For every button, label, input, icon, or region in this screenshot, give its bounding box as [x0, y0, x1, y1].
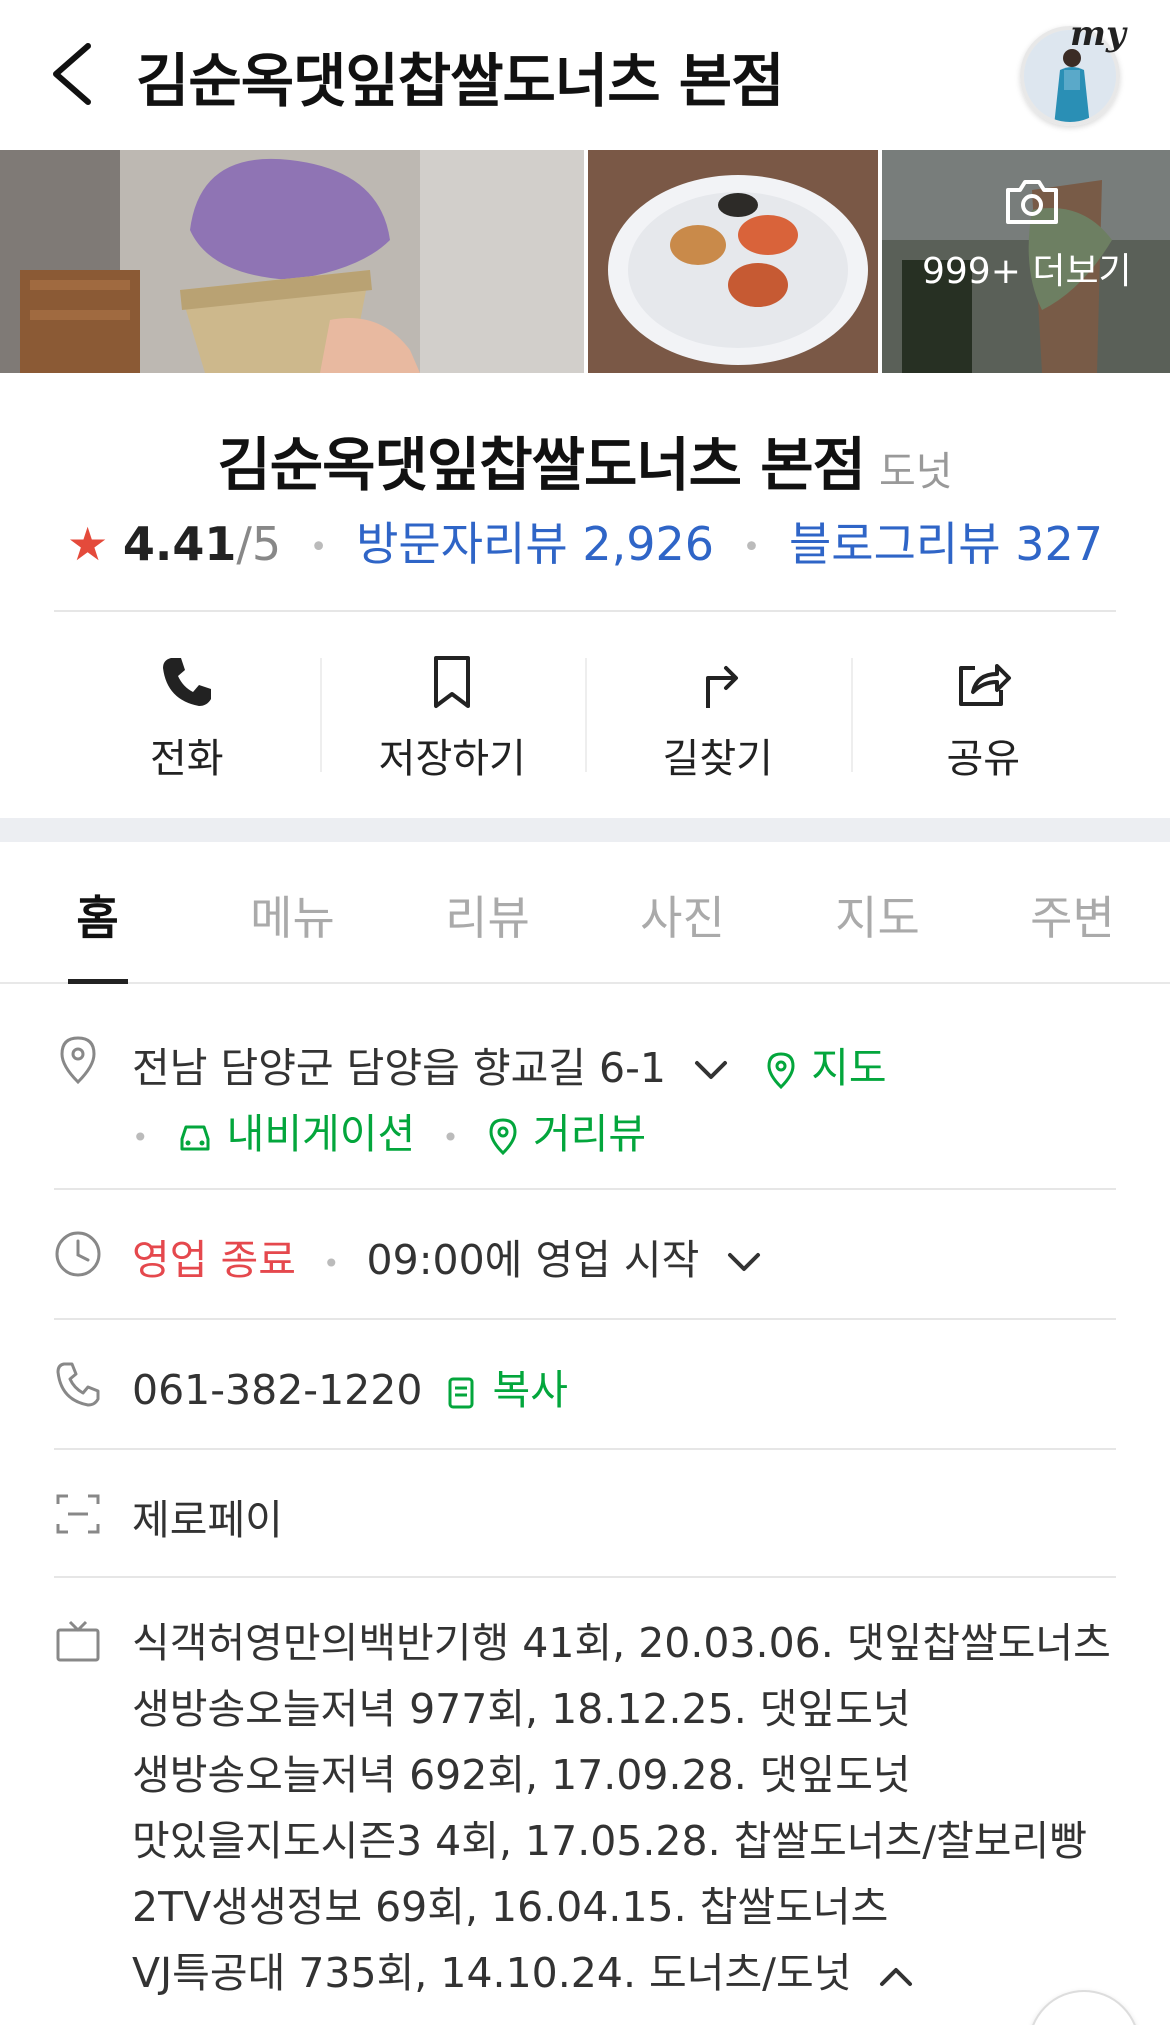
tab-reviews[interactable]: 리뷰 — [390, 842, 585, 982]
chevron-down-icon[interactable] — [726, 1251, 762, 1275]
tab-bar: 홈 메뉴 리뷰 사진 지도 주변 — [0, 842, 1170, 984]
camera-icon — [1006, 180, 1058, 224]
separator-dot: • — [132, 1120, 149, 1154]
phone-row: 061-382-1220 복사 — [132, 1356, 568, 1416]
status-badge: 영업 종료 — [132, 1236, 296, 1284]
map-link[interactable]: 지도 — [764, 1044, 887, 1092]
share-button[interactable]: 공유 — [850, 620, 1117, 790]
car-icon — [180, 1125, 210, 1151]
broadcast-list: 식객허영만의백반기행 41회, 20.03.06. 댓잎찹쌀도너츠 생방송오늘저… — [132, 1610, 1111, 2006]
streetview-link[interactable]: 거리뷰 — [486, 1110, 646, 1158]
chevron-up-icon[interactable] — [878, 1964, 914, 1988]
save-button[interactable]: 저장하기 — [319, 620, 586, 790]
broadcast-item-last: VJ특공대 735회, 14.10.24. 도너츠/도넛 — [132, 1940, 1111, 2006]
broadcast-item: 생방송오늘저녁 977회, 18.12.25. 댓잎도넛 — [132, 1685, 911, 1733]
directions-icon — [705, 666, 738, 708]
rating-value: 4.41 — [122, 517, 237, 571]
divider — [54, 1576, 1116, 1578]
tab-nearby[interactable]: 주변 — [975, 842, 1170, 982]
call-label: 전화 — [149, 736, 224, 782]
address-row: 전남 담양군 담양읍 향교길 6-1 지도 — [132, 1034, 887, 1094]
map-pin-icon — [767, 1052, 795, 1090]
phone-icon — [56, 1362, 100, 1407]
streetview-label: 거리뷰 — [532, 1110, 647, 1158]
back-button[interactable] — [44, 38, 104, 110]
copy-label: 복사 — [492, 1366, 568, 1414]
photo-food[interactable] — [588, 150, 878, 373]
my-label: my — [1070, 14, 1126, 54]
share-icon — [959, 664, 1012, 706]
divider — [54, 610, 1116, 612]
broadcast-item: 2TV생생정보 69회, 16.04.15. 찹쌀도너츠 — [132, 1883, 889, 1931]
place-category: 도넛 — [878, 449, 953, 495]
blog-reviews-link[interactable]: 블로그리뷰 327 — [789, 517, 1103, 571]
streetview-pin-icon — [489, 1118, 517, 1156]
divider — [54, 1448, 1116, 1450]
location-pin-icon — [60, 1036, 96, 1085]
section-divider — [0, 818, 1170, 842]
navigation-label: 내비게이션 — [226, 1110, 416, 1158]
rating-row: ★ 4.41/5 • 방문자리뷰 2,926 • 블로그리뷰 327 — [0, 508, 1170, 574]
clock-icon — [55, 1231, 101, 1277]
ice-cream-photo — [0, 150, 584, 373]
star-icon: ★ — [67, 517, 109, 571]
phone-number[interactable]: 061-382-1220 — [132, 1366, 422, 1414]
map-link-label: 지도 — [811, 1044, 887, 1092]
broadcast-item: 식객허영만의백반기행 41회, 20.03.06. 댓잎찹쌀도너츠 — [132, 1619, 1111, 1667]
photo-main[interactable] — [0, 150, 584, 373]
tv-icon — [56, 1620, 100, 1662]
tab-map[interactable]: 지도 — [780, 842, 975, 982]
divider — [54, 1188, 1116, 1190]
phone-icon — [162, 658, 211, 706]
share-label: 공유 — [946, 736, 1021, 782]
top-bar: 김순옥댓잎찹쌀도너츠 본점 my — [0, 0, 1170, 150]
bookmark-icon — [434, 656, 471, 708]
rating-max: /5 — [236, 517, 282, 571]
chevron-left-icon — [53, 43, 91, 105]
address-text[interactable]: 전남 담양군 담양읍 향교길 6-1 — [132, 1044, 666, 1092]
navigation-row: • 내비게이션 • 거리뷰 — [132, 1100, 646, 1160]
photo-more-label: 999+ 더보기 — [922, 251, 1132, 292]
broadcast-item: VJ특공대 735회, 14.10.24. 도너츠/도넛 — [132, 1949, 852, 1997]
side-dish-photo — [588, 150, 878, 373]
tab-photos[interactable]: 사진 — [585, 842, 780, 982]
separator-dot: • — [442, 1120, 459, 1154]
photo-strip: 999+ 더보기 — [0, 150, 1170, 373]
place-header: 김순옥댓잎찹쌀도너츠 본점 도넛 — [0, 418, 1170, 502]
visitor-reviews-link[interactable]: 방문자리뷰 2,926 — [356, 517, 714, 571]
separator-dot: • — [322, 1246, 340, 1280]
save-label: 저장하기 — [378, 736, 526, 782]
scan-icon — [56, 1494, 100, 1534]
tab-menu[interactable]: 메뉴 — [195, 842, 390, 982]
broadcast-item: 생방송오늘저녁 692회, 17.09.28. 댓잎도넛 — [132, 1751, 911, 1799]
directions-label: 길찾기 — [662, 736, 773, 782]
copy-icon — [448, 1377, 473, 1409]
directions-button[interactable]: 길찾기 — [585, 620, 851, 790]
separator-dot: • — [309, 530, 328, 565]
call-button[interactable]: 전화 — [54, 620, 320, 790]
tab-home[interactable]: 홈 — [0, 842, 195, 984]
place-name: 김순옥댓잎찹쌀도너츠 본점 — [217, 431, 866, 499]
broadcast-item: 맛있을지도시즌3 4회, 17.05.28. 찹쌀도너츠/찰보리빵 — [132, 1817, 1087, 1865]
navigation-link[interactable]: 내비게이션 — [176, 1110, 429, 1158]
photo-more[interactable]: 999+ 더보기 — [882, 150, 1170, 373]
chevron-down-icon[interactable] — [693, 1059, 729, 1083]
hours-row[interactable]: 영업 종료 • 09:00에 영업 시작 — [132, 1226, 762, 1286]
separator-dot: • — [742, 530, 761, 565]
action-bar: 전화 저장하기 길찾기 공유 — [54, 620, 1116, 790]
payment-text: 제로페이 — [132, 1496, 283, 1544]
page-title: 김순옥댓잎찹쌀도너츠 본점 — [136, 47, 785, 115]
copy-button[interactable]: 복사 — [444, 1366, 568, 1414]
divider — [54, 1318, 1116, 1320]
hours-text: 09:00에 영업 시작 — [366, 1236, 700, 1284]
